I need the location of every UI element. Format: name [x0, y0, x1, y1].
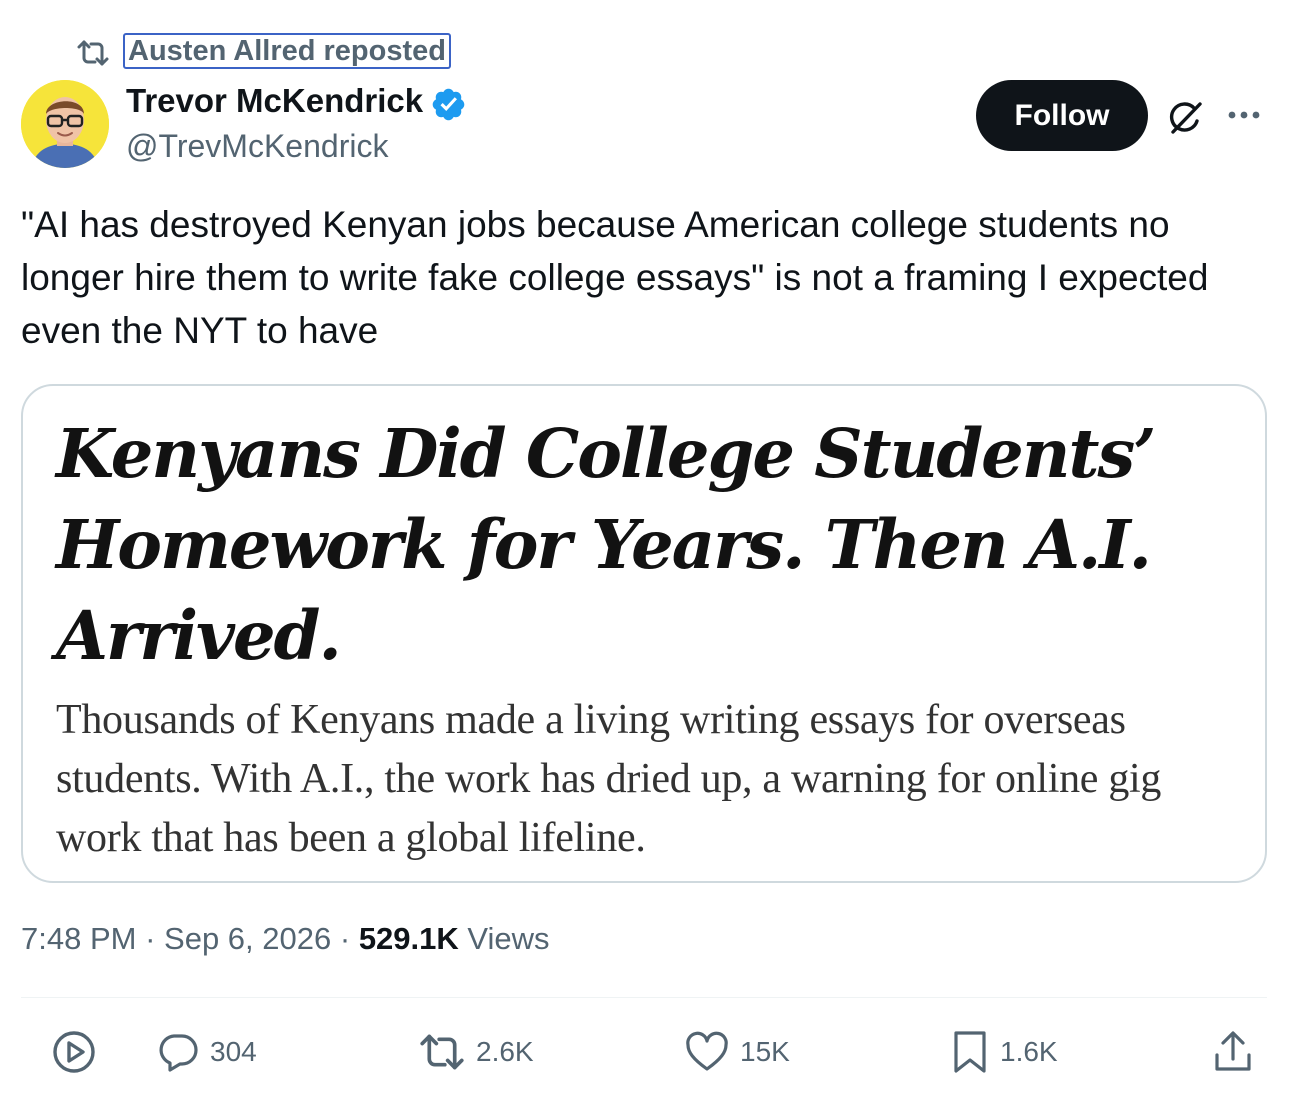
- link-card[interactable]: Kenyans Did College Students’ Homework f…: [21, 384, 1267, 883]
- play-button[interactable]: [50, 1028, 98, 1076]
- repost-button[interactable]: 2.6K: [418, 1028, 534, 1076]
- repost-count: 2.6K: [476, 1036, 534, 1067]
- like-count: 15K: [740, 1036, 790, 1067]
- avatar[interactable]: [21, 80, 109, 168]
- meta-separator: ·: [339, 921, 351, 956]
- tweet-meta: 7:48 PM · Sep 6, 2026 · 529.1K Views: [21, 918, 550, 960]
- views-count: 529.1K: [358, 921, 459, 956]
- bookmark-icon: [954, 1031, 986, 1073]
- card-headline: Kenyans Did College Students’ Homework f…: [56, 414, 1157, 675]
- views-label: Views: [467, 921, 550, 956]
- card-summary: Thousands of Kenyans made a living writi…: [56, 697, 1162, 861]
- verified-badge-icon: [432, 88, 465, 121]
- tweet-date[interactable]: Sep 6, 2026: [164, 921, 331, 956]
- more-icon[interactable]: [1224, 100, 1264, 130]
- reply-count: 304: [210, 1036, 257, 1067]
- share-icon: [1215, 1031, 1251, 1071]
- follow-button[interactable]: Follow: [976, 80, 1148, 151]
- author-handle[interactable]: @TrevMcKendrick: [126, 126, 388, 166]
- heart-icon: [686, 1031, 728, 1071]
- bookmark-button[interactable]: 1.6K: [950, 1028, 1058, 1076]
- play-icon: [53, 1031, 95, 1073]
- share-button[interactable]: [1212, 1028, 1254, 1076]
- repost-icon: [77, 40, 109, 66]
- tweet-time[interactable]: 7:48 PM: [21, 921, 136, 956]
- repost-label[interactable]: Austen Allred reposted: [123, 33, 451, 69]
- divider: [21, 997, 1267, 998]
- like-button[interactable]: 15K: [684, 1028, 790, 1076]
- tweet-text: "AI has destroyed Kenyan jobs because Am…: [21, 204, 1209, 351]
- author-display-name[interactable]: Trevor McKendrick: [126, 80, 423, 122]
- repost-icon: [420, 1034, 464, 1070]
- bookmark-count: 1.6K: [1000, 1036, 1058, 1067]
- meta-separator: ·: [145, 921, 156, 956]
- grok-icon[interactable]: [1164, 96, 1208, 140]
- reply-icon: [159, 1034, 198, 1072]
- reply-button[interactable]: 304: [156, 1028, 257, 1076]
